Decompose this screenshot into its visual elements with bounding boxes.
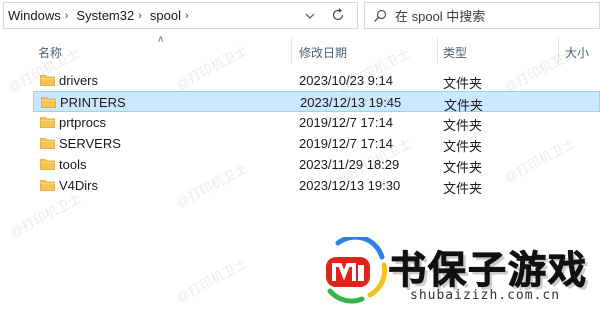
- file-type: 文件夹: [443, 160, 483, 175]
- folder-icon: [40, 159, 55, 170]
- file-name[interactable]: drivers: [59, 73, 98, 88]
- file-row[interactable]: SERVERS 2019/12/7 17:14 文件夹: [33, 133, 600, 154]
- search-input[interactable]: 在 spool 中搜索: [364, 2, 600, 29]
- folder-icon: [41, 97, 56, 108]
- refresh-icon[interactable]: [327, 4, 349, 26]
- file-type: 文件夹: [443, 181, 483, 196]
- search-placeholder: 在 spool 中搜索: [395, 9, 486, 24]
- file-type: 文件夹: [443, 76, 483, 91]
- column-divider[interactable]: [291, 38, 292, 64]
- sort-up-icon: ∧: [157, 34, 165, 45]
- file-name[interactable]: tools: [59, 157, 86, 172]
- breadcrumb-windows[interactable]: Windows: [4, 8, 63, 23]
- folder-icon: [40, 138, 55, 149]
- file-row[interactable]: prtprocs 2019/12/7 17:14 文件夹: [33, 112, 600, 133]
- folder-icon: [40, 117, 55, 128]
- chevron-right-icon[interactable]: ›: [63, 10, 73, 22]
- site-logo: 书保子游戏 shubaizizh.com.cn: [318, 235, 600, 309]
- column-header-row: ∧ 名称 修改日期 类型 大小: [0, 34, 600, 64]
- breadcrumb-system32[interactable]: System32: [72, 8, 136, 23]
- column-divider[interactable]: [437, 38, 438, 64]
- file-modified: 2019/12/7 17:14: [299, 115, 393, 130]
- file-name[interactable]: V4Dirs: [59, 178, 98, 193]
- logo-mark-icon: [326, 237, 387, 304]
- file-type: 文件夹: [443, 139, 483, 154]
- logo-url: shubaizizh.com.cn: [410, 288, 561, 303]
- file-name[interactable]: SERVERS: [59, 136, 121, 151]
- folder-icon: [40, 180, 55, 191]
- file-row[interactable]: PRINTERS 2023/12/13 19:45 文件夹: [33, 91, 600, 113]
- search-icon: [365, 9, 395, 23]
- chevron-down-icon[interactable]: [296, 2, 324, 29]
- column-type-header[interactable]: 类型: [443, 44, 467, 61]
- chevron-right-icon[interactable]: ›: [183, 10, 193, 22]
- logo-title: 书保子游戏: [387, 250, 589, 293]
- column-modified-header[interactable]: 修改日期: [299, 44, 347, 61]
- file-name[interactable]: PRINTERS: [60, 95, 126, 110]
- address-row: Windows › System32 › spool › 在 spool 中搜索: [0, 0, 600, 33]
- chevron-right-icon[interactable]: ›: [136, 10, 146, 22]
- file-modified: 2023/12/13 19:45: [300, 95, 402, 110]
- file-name[interactable]: prtprocs: [59, 115, 106, 130]
- file-type: 文件夹: [443, 118, 483, 133]
- watermark: @打印机卫士: [173, 255, 250, 306]
- breadcrumb-spool[interactable]: spool: [146, 8, 183, 23]
